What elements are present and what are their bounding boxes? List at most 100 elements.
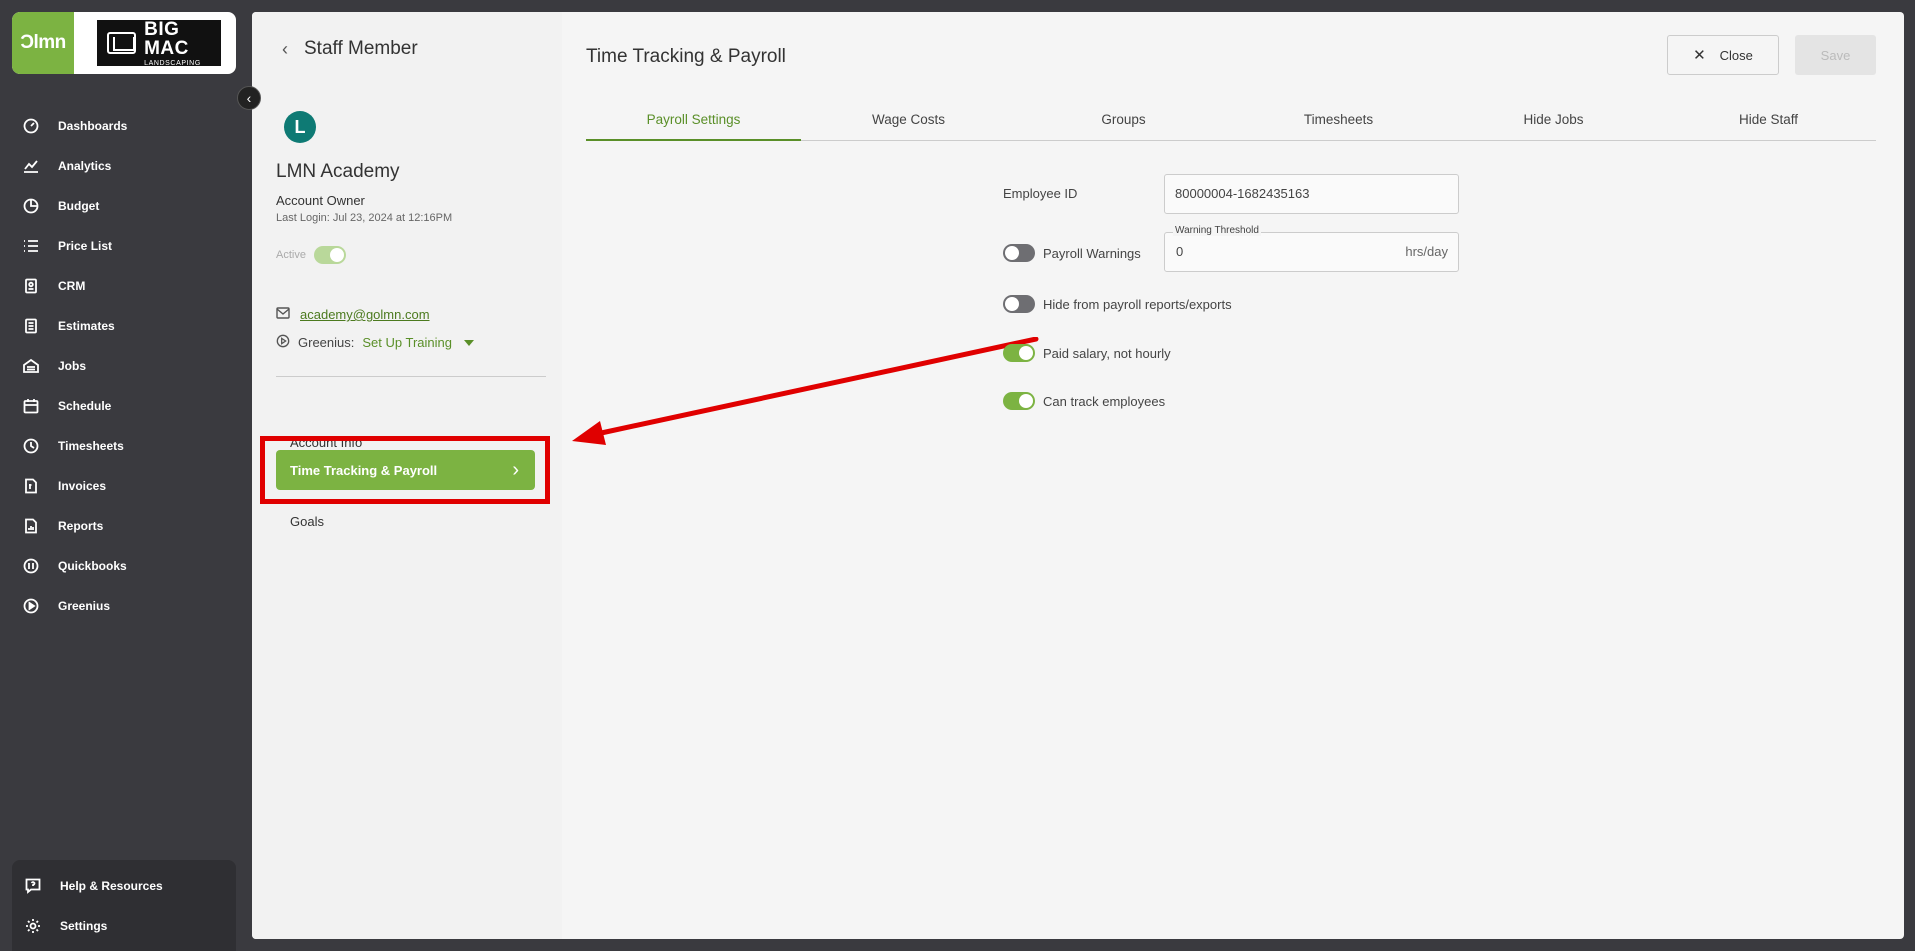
nav-item-label: Price List: [58, 239, 113, 253]
active-label: Active: [276, 249, 306, 261]
nav-item-label: Settings: [60, 919, 108, 933]
active-toggle[interactable]: [313, 246, 346, 264]
paid-salary-label: Paid salary, not hourly: [1043, 345, 1171, 361]
employee-id-label: Employee ID: [1003, 186, 1078, 201]
hide-from-payroll-toggle[interactable]: [1003, 295, 1035, 313]
quickbooks-icon: [22, 557, 40, 575]
play-circle-icon: [22, 597, 40, 615]
nav-item-budget[interactable]: Budget: [0, 186, 240, 226]
nav-item-label: Quickbooks: [58, 559, 127, 573]
hide-from-payroll-row: Hide from payroll reports/exports: [1003, 295, 1232, 313]
annotation-highlight-box: [260, 436, 550, 504]
annotation-arrow: [572, 337, 1039, 445]
staff-name: LMN Academy: [276, 161, 400, 182]
nav-item-label: Dashboards: [58, 119, 128, 133]
invoice-icon: [22, 477, 40, 495]
budget-icon: [22, 197, 40, 215]
greenius-row: Greenius: Set Up Training: [276, 334, 474, 351]
nav-item-reports[interactable]: Reports: [0, 506, 240, 546]
payroll-warnings-label: Payroll Warnings: [1043, 245, 1141, 261]
dashboard-icon: [22, 117, 40, 135]
save-button[interactable]: Save: [1795, 35, 1876, 75]
hide-from-payroll-label: Hide from payroll reports/exports: [1043, 296, 1232, 312]
warning-threshold-label: Warning Threshold: [1173, 225, 1261, 236]
brand-line2: LANDSCAPING: [144, 59, 201, 67]
nav-item-label: Estimates: [58, 319, 115, 333]
brand-line1: BIG MAC: [144, 18, 189, 59]
crm-icon: [22, 277, 40, 295]
can-track-row: Can track employees: [1003, 392, 1165, 410]
nav-item-analytics[interactable]: Analytics: [0, 146, 240, 186]
can-track-label: Can track employees: [1043, 393, 1166, 409]
greenius-label: Greenius:: [298, 335, 355, 350]
clock-icon: [22, 437, 40, 455]
avatar: L: [284, 111, 316, 143]
nav-item-estimates[interactable]: Estimates: [0, 306, 240, 346]
play-circle-icon: [276, 334, 290, 351]
estimates-icon: [22, 317, 40, 335]
collapse-nav-button[interactable]: ‹: [237, 86, 261, 110]
tab-hide-jobs[interactable]: Hide Jobs: [1446, 108, 1661, 140]
nav-item-greenius[interactable]: Greenius: [0, 586, 240, 626]
logo[interactable]: Ɔlmn BIG MAC LANDSCAPING: [12, 12, 236, 74]
nav-item-jobs[interactable]: Jobs: [0, 346, 240, 386]
nav-item-label: Schedule: [58, 399, 112, 413]
jobs-icon: [22, 357, 40, 375]
payroll-warnings-row: Payroll Warnings: [1003, 244, 1141, 262]
chevron-left-icon: ‹: [246, 90, 252, 106]
nav-item-label: Help & Resources: [60, 879, 163, 893]
nav-list: Dashboards Analytics Budget Price List C…: [0, 106, 240, 626]
nav-item-label: CRM: [58, 279, 86, 293]
nav-item-timesheets[interactable]: Timesheets: [0, 426, 240, 466]
employee-id-input[interactable]: 80000004-1682435163: [1164, 174, 1459, 214]
tab-payroll-settings[interactable]: Payroll Settings: [586, 108, 801, 141]
close-label: Close: [1719, 47, 1753, 63]
reports-icon: [22, 517, 40, 535]
greenius-dropdown[interactable]: Set Up Training: [362, 335, 452, 350]
nav-item-dashboards[interactable]: Dashboards: [0, 106, 240, 146]
nav-bottom: Help & Resources Settings: [12, 860, 236, 951]
list-icon: [22, 237, 40, 255]
nav-item-schedule[interactable]: Schedule: [0, 386, 240, 426]
nav-item-help[interactable]: Help & Resources: [12, 866, 236, 906]
mail-icon: [276, 307, 290, 322]
close-button[interactable]: ✕ Close: [1667, 35, 1779, 75]
warning-threshold-input[interactable]: Warning Threshold 0 hrs/day: [1164, 225, 1459, 272]
nav-item-label: Analytics: [58, 159, 112, 173]
tab-groups[interactable]: Groups: [1016, 108, 1231, 140]
nav-item-quickbooks[interactable]: Quickbooks: [0, 546, 240, 586]
warning-threshold-value: 0: [1176, 244, 1184, 259]
divider: [276, 376, 546, 377]
nav-item-invoices[interactable]: Invoices: [0, 466, 240, 506]
caret-down-icon[interactable]: [463, 339, 474, 346]
back-row: ‹ Staff Member: [282, 38, 418, 60]
section-goals[interactable]: Goals: [290, 514, 324, 529]
nav-item-label: Timesheets: [58, 439, 124, 453]
calendar-icon: [22, 397, 40, 415]
tab-hide-staff[interactable]: Hide Staff: [1661, 108, 1876, 140]
back-chevron-icon[interactable]: ‹: [282, 39, 288, 60]
nav-item-label: Reports: [58, 519, 104, 533]
staff-sidebar: ‹ Staff Member L LMN Academy Account Own…: [252, 12, 562, 939]
payroll-warnings-toggle[interactable]: [1003, 244, 1035, 262]
nav-item-settings[interactable]: Settings: [12, 906, 236, 946]
main-panel: ‹ Staff Member L LMN Academy Account Own…: [252, 12, 1904, 939]
page-title: Time Tracking & Payroll: [586, 46, 786, 67]
nav-item-label: Jobs: [58, 359, 87, 373]
nav-item-price-list[interactable]: Price List: [0, 226, 240, 266]
tab-timesheets[interactable]: Timesheets: [1231, 108, 1446, 140]
help-icon: [24, 877, 42, 895]
can-track-toggle[interactable]: [1003, 392, 1035, 410]
email-row: academy@golmn.com: [276, 307, 430, 322]
staff-header: Staff Member: [304, 38, 418, 59]
gear-icon: [24, 917, 42, 935]
nav-item-label: Greenius: [58, 599, 111, 613]
nav-item-crm[interactable]: CRM: [0, 266, 240, 306]
nav-item-label: Invoices: [58, 479, 107, 493]
email-link[interactable]: academy@golmn.com: [300, 307, 430, 322]
analytics-icon: [22, 157, 40, 175]
tab-wage-costs[interactable]: Wage Costs: [801, 108, 1016, 140]
paid-salary-toggle[interactable]: [1003, 344, 1035, 362]
nav-item-label: Budget: [58, 199, 100, 213]
lmn-logo: Ɔlmn: [12, 12, 74, 74]
